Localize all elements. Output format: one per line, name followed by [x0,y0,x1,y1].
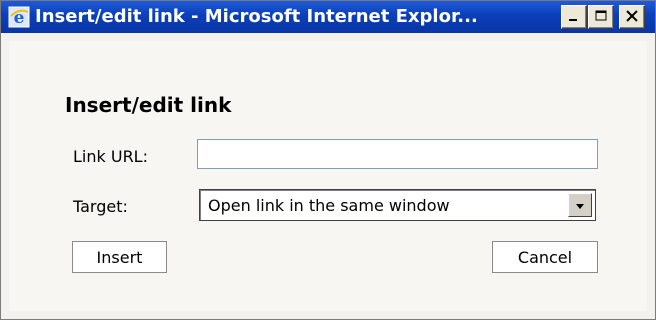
dialog-window: e Insert/edit link - Microsoft Internet … [0,0,656,320]
maximize-button[interactable] [588,5,614,29]
chevron-down-icon [574,196,586,215]
cancel-button[interactable]: Cancel [492,241,598,273]
minimize-icon [567,8,581,27]
dialog-heading: Insert/edit link [65,93,232,117]
target-select[interactable]: Open link in the same window [199,189,596,221]
maximize-icon [594,8,608,27]
target-label: Target: [73,197,128,216]
title-bar[interactable]: e Insert/edit link - Microsoft Internet … [1,1,655,33]
insert-button[interactable]: Insert [72,241,167,273]
close-button[interactable] [619,5,645,29]
close-icon [625,8,639,27]
target-selected-value: Open link in the same window [208,196,450,215]
minimize-button[interactable] [561,5,587,29]
window-title: Insert/edit link - Microsoft Internet Ex… [35,6,478,27]
link-url-input[interactable] [197,139,598,169]
link-url-label: Link URL: [73,147,148,166]
dropdown-arrow-button[interactable] [568,193,592,217]
ie-icon: e [8,6,30,28]
